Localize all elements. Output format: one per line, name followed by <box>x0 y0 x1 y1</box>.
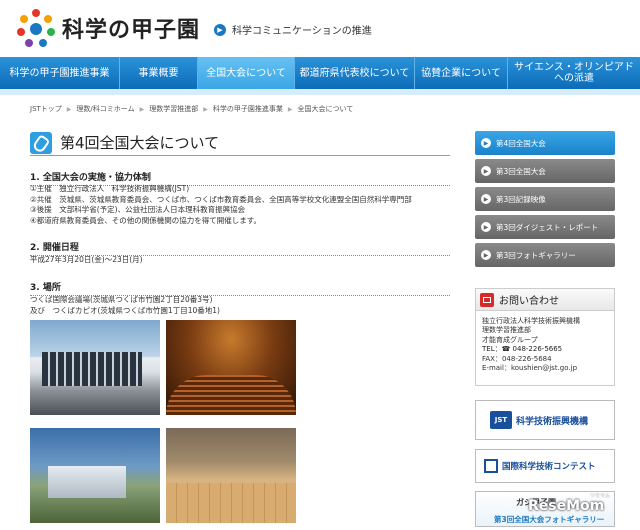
pen-icon <box>30 131 52 154</box>
contact-box: お問い合わせ 独立行政法人科学技術振興機構 理数学習推進部 才能育成グループ T… <box>475 288 615 386</box>
nav-item-prefecture-teams[interactable]: 都道府県代表校について <box>295 57 415 89</box>
gallery-banner-text: 第3回全国大会フォトギャラリー <box>494 515 605 524</box>
venue-photo-hall-interior <box>166 320 296 415</box>
section-heading-schedule: 2. 開催日程 <box>30 240 450 256</box>
venue-line: つくば国際会議場(茨城県つくば市竹園2丁目20番3号) <box>30 295 213 304</box>
sidebar-item-label: 第3回ダイジェスト・レポート <box>496 222 599 232</box>
tagline: ▶ 科学コミュニケーションの推進 <box>214 22 372 37</box>
sidebar-item-4th-tournament[interactable]: ▶ 第4回全国大会 <box>475 131 615 155</box>
sidebar-item-label: 第3回記録映像 <box>496 194 546 204</box>
site-header: 科学の甲子園 ▶ 科学コミュニケーションの推進 <box>0 0 640 56</box>
sidebar-item-label: 第3回フォトギャラリー <box>496 250 576 260</box>
jst-banner-text: 科学技術振興機構 <box>516 416 589 427</box>
contact-org: 独立行政法人科学技術振興機構 <box>482 317 580 325</box>
logo-icon[interactable] <box>14 6 58 50</box>
watermark: ReseMom <box>528 498 605 514</box>
breadcrumb-project[interactable]: 科学の甲子園推進事業 <box>213 104 283 114</box>
contact-heading-text: お問い合わせ <box>499 296 559 307</box>
page-title-text: 第4回全国大会について <box>60 134 220 152</box>
chevron-right-icon: ▶ <box>287 105 293 113</box>
schedule-text: 平成27年3月20日(金)～23日(月) <box>30 255 143 264</box>
sidebar-item-label: 第4回全国大会 <box>496 138 546 148</box>
arrow-right-icon: ▶ <box>481 138 491 148</box>
chevron-right-icon: ▶ <box>139 105 145 113</box>
venue-photo-conference-center-exterior <box>30 320 160 415</box>
contest-banner[interactable]: 国際科学技術コンテスト <box>475 449 615 483</box>
arrow-right-icon: ▶ <box>481 222 491 232</box>
venue-photo-arena-interior <box>166 428 296 523</box>
section-heading-venue: 3. 場所 <box>30 280 450 296</box>
venue-photo-capio-exterior <box>30 428 160 523</box>
nav-item-sponsors[interactable]: 協賛企業について <box>415 57 508 89</box>
breadcrumb-science-home[interactable]: 理数/科コミホーム <box>76 104 134 114</box>
contact-fax: FAX：048-226-5684 <box>482 354 552 363</box>
organizer-line: ③後援 文部科学省(予定)、公益社団法人日本理科教育振興協会 <box>30 205 246 214</box>
organizer-line: ④都道府県教育委員会、その他の関係機関の協力を得て開催します。 <box>30 215 261 225</box>
sidebar-item-3rd-gallery[interactable]: ▶ 第3回フォトギャラリー <box>475 243 615 267</box>
organizer-line: ②共催 茨城県、茨城県教育委員会、つくば市、つくば市教育委員会、全国高等学校文化… <box>30 194 412 204</box>
contact-tel: TEL：☎ 048-226-5665 <box>482 345 563 354</box>
contact-details: 独立行政法人科学技術振興機構 理数学習推進部 才能育成グループ TEL：☎ 04… <box>476 311 614 373</box>
building-icon <box>484 459 498 473</box>
nav-item-overview[interactable]: 事業概要 <box>120 57 198 89</box>
jst-banner[interactable]: JST 科学技術振興機構 <box>475 400 615 440</box>
site-logo-text[interactable]: 科学の甲子園 <box>62 12 200 44</box>
breadcrumb-current: 全国大会について <box>297 105 354 113</box>
mail-icon <box>480 292 494 307</box>
section-body-organizers: ①主催 独立行政法人 科学技術振興機構(JST) ②共催 茨城県、茨城県教育委員… <box>30 184 412 226</box>
breadcrumb-dept[interactable]: 理数学習推進部 <box>149 104 198 114</box>
section-body-venue: つくば国際会議場(茨城県つくば市竹園2丁目20番3号) 及び つくばカピオ(茨城… <box>30 295 220 316</box>
contact-group: 才能育成グループ <box>482 335 538 344</box>
arrow-right-icon: ▶ <box>481 194 491 204</box>
venue-line: 及び つくばカピオ(茨城県つくば市竹園1丁目10番地1) <box>30 305 220 315</box>
watermark-sub: リセマム <box>590 493 611 499</box>
chevron-right-icon: ▶ <box>66 105 72 113</box>
sidebar-item-label: 第3回全国大会 <box>496 166 546 176</box>
tagline-text: 科学コミュニケーションの推進 <box>232 26 372 37</box>
breadcrumb: JSTトップ ▶ 理数/科コミホーム ▶ 理数学習推進部 ▶ 科学の甲子園推進事… <box>30 104 353 114</box>
nav-item-national-tournament[interactable]: 全国大会について <box>198 57 295 89</box>
nav-item-project[interactable]: 科学の甲子園推進事業 <box>0 57 120 89</box>
chevron-right-icon: ▶ <box>203 105 208 113</box>
play-icon: ▶ <box>214 23 226 36</box>
nav-item-olympiad[interactable]: サイエンス・オリンピアド への派遣 <box>508 57 640 89</box>
main-nav: 科学の甲子園推進事業 事業概要 全国大会について 都道府県代表校について 協賛企… <box>0 57 640 89</box>
contact-dept: 理数学習推進部 <box>482 326 531 335</box>
sidebar-item-3rd-video[interactable]: ▶ 第3回記録映像 <box>475 187 615 211</box>
page-title: 第4回全国大会について <box>30 130 450 156</box>
contact-heading: お問い合わせ <box>476 289 614 311</box>
arrow-right-icon: ▶ <box>481 166 491 176</box>
sidebar-item-3rd-tournament[interactable]: ▶ 第3回全国大会 <box>475 159 615 183</box>
contest-banner-text: 国際科学技術コンテスト <box>502 462 596 472</box>
jst-logo-icon: JST <box>490 411 512 429</box>
nav-divider <box>0 89 640 95</box>
arrow-right-icon: ▶ <box>481 250 491 260</box>
sidebar-item-3rd-digest[interactable]: ▶ 第3回ダイジェスト・レポート <box>475 215 615 239</box>
sidebar-menu: ▶ 第4回全国大会 ▶ 第3回全国大会 ▶ 第3回記録映像 ▶ 第3回ダイジェス… <box>475 131 615 271</box>
organizer-line: ①主催 独立行政法人 科学技術振興機構(JST) <box>30 184 190 193</box>
breadcrumb-jst-top[interactable]: JSTトップ <box>30 104 62 114</box>
contact-email[interactable]: E-mail：koushien@jst.go.jp <box>482 364 614 373</box>
